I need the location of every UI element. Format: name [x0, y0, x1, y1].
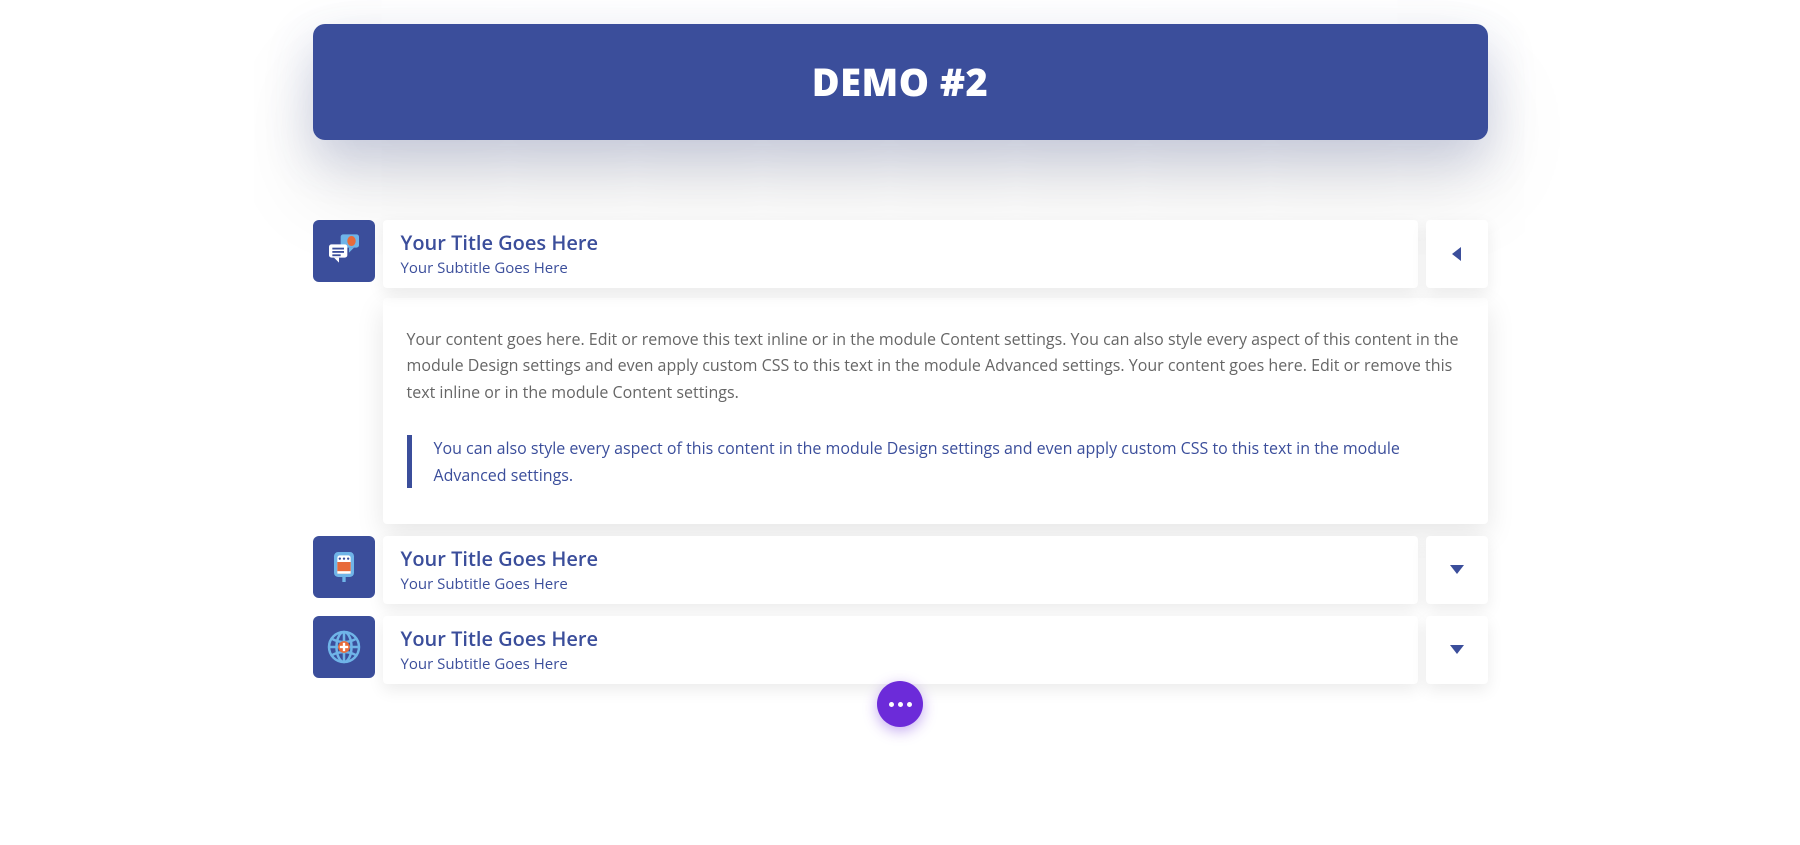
accordion-subtitle: Your Subtitle Goes Here — [401, 654, 1400, 674]
accordion-title: Your Title Goes Here — [401, 546, 1400, 572]
accordion-subtitle: Your Subtitle Goes Here — [401, 574, 1400, 594]
accordion-item: Your Title Goes Here Your Subtitle Goes … — [313, 220, 1488, 524]
accordion-header-row: Your Title Goes Here Your Subtitle Goes … — [313, 616, 1488, 684]
accordion-item: Your Title Goes Here Your Subtitle Goes … — [313, 616, 1488, 684]
accordion-subtitle: Your Subtitle Goes Here — [401, 258, 1400, 278]
accordion-toggle[interactable] — [1426, 616, 1488, 684]
accordion-body: Your content goes here. Edit or remove t… — [383, 298, 1488, 524]
page-banner: DEMO #2 — [313, 24, 1488, 140]
caret-left-icon — [1452, 247, 1461, 261]
caret-down-icon — [1450, 645, 1464, 654]
accordion-header-row: Your Title Goes Here Your Subtitle Goes … — [313, 220, 1488, 288]
more-options-fab[interactable] — [877, 681, 923, 727]
accordion-toggle[interactable] — [1426, 536, 1488, 604]
accordion-item: Your Title Goes Here Your Subtitle Goes … — [313, 536, 1488, 604]
accordion-header[interactable]: Your Title Goes Here Your Subtitle Goes … — [383, 616, 1418, 684]
accordion-header-row: Your Title Goes Here Your Subtitle Goes … — [313, 536, 1488, 604]
accordion-header[interactable]: Your Title Goes Here Your Subtitle Goes … — [383, 220, 1418, 288]
caret-down-icon — [1450, 565, 1464, 574]
dot-icon — [889, 702, 894, 707]
iv-bag-icon — [313, 536, 375, 598]
accordion-header[interactable]: Your Title Goes Here Your Subtitle Goes … — [383, 536, 1418, 604]
accordion-body-text: Your content goes here. Edit or remove t… — [407, 326, 1464, 405]
globe-plus-icon — [313, 616, 375, 678]
accordion-toggle[interactable] — [1426, 220, 1488, 288]
dot-icon — [898, 702, 903, 707]
accordion-title: Your Title Goes Here — [401, 626, 1400, 652]
accordion-title: Your Title Goes Here — [401, 230, 1400, 256]
page-container: DEMO #2 Your Title Goes Here Your Subtit… — [313, 0, 1488, 684]
accordion-quote-text: You can also style every aspect of this … — [434, 435, 1464, 488]
page-title: DEMO #2 — [333, 56, 1468, 108]
chat-icon — [313, 220, 375, 282]
dot-icon — [907, 702, 912, 707]
accordion-quote: You can also style every aspect of this … — [407, 435, 1464, 488]
